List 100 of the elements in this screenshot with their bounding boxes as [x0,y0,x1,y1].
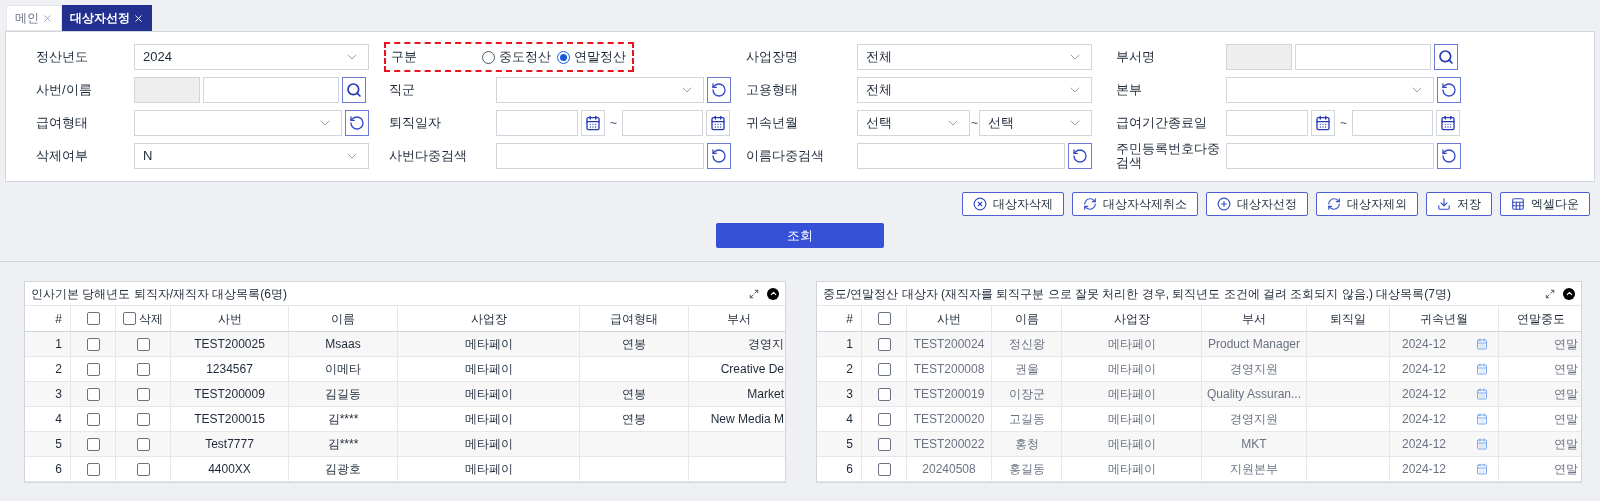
field-label: 삭제여부 [36,149,89,163]
tab[interactable]: 대상자선정 [62,5,152,31]
calendar-icon [585,115,601,131]
checkbox[interactable] [877,437,891,451]
input-field[interactable] [496,110,578,136]
reset-button[interactable] [707,143,731,169]
table-row[interactable]: 1 TEST200025 Msaas 메타페이 연봉 경영지 [25,332,785,357]
table-row[interactable]: 2 TEST200008 권울 메타페이 경영지원 2024-12 연말 [817,357,1581,382]
calendar-icon[interactable] [1476,463,1488,475]
calendar-button[interactable] [706,110,730,136]
checkbox[interactable] [877,362,891,376]
radio-option[interactable]: 중도정산 [482,47,551,67]
collapse-icon[interactable] [1563,287,1575,300]
action-button[interactable]: 대상자제외 [1316,192,1418,216]
table-cell-text: 연말 [1554,386,1578,403]
table-row[interactable]: 5 TEST200022 홍청 메타페이 MKT 2024-12 연말 [817,432,1581,457]
reset-button[interactable] [1437,143,1461,169]
close-circle-icon [973,197,987,211]
select-field[interactable]: 선택 [979,110,1092,136]
table-row[interactable]: 2 1234567 이메타 메타페이 Creative De [25,357,785,382]
table-cell-text: 2024-12 [1401,461,1446,478]
checkbox[interactable] [877,387,891,401]
collapse-icon[interactable] [767,287,779,300]
checkbox[interactable] [877,312,891,325]
action-button[interactable]: 엑셀다운 [1500,192,1590,216]
close-icon[interactable] [133,12,144,24]
select-field[interactable] [1226,77,1434,103]
table-row[interactable]: 6 20240508 홍길동 메타페이 지원본부 2024-12 연말 [817,457,1581,482]
checkbox[interactable] [86,387,100,401]
search-submit-button[interactable]: 조회 [716,223,884,248]
select-value: 전체 [866,48,892,67]
table-row[interactable]: 4 TEST200015 김**** 메타페이 연봉 New Media M [25,407,785,432]
table-row[interactable]: 3 TEST200009 김길동 메타페이 연봉 Market [25,382,785,407]
column-header: # [55,310,62,328]
table-row[interactable]: 5 Test7777 김**** 메타페이 [25,432,785,457]
checkbox[interactable] [136,387,150,401]
select-field[interactable]: 전체 [857,44,1092,70]
checkbox[interactable] [136,462,150,476]
expand-icon[interactable] [1545,288,1555,299]
checkbox[interactable] [86,462,100,476]
action-button[interactable]: 저장 [1426,192,1492,216]
checkbox[interactable] [86,412,100,426]
field-label: 이름다중검색 [746,149,825,163]
table-cell-text: 1234567 [206,361,253,378]
input-field[interactable] [203,77,339,103]
checkbox[interactable] [136,362,150,376]
action-button[interactable]: 대상자삭제 [962,192,1064,216]
search-icon [1438,49,1454,65]
input-field[interactable] [496,143,704,169]
radio-option[interactable]: 연말정산 [557,47,626,67]
calendar-icon[interactable] [1476,413,1488,425]
table-row[interactable]: 6 4400XX 김광호 메타페이 [25,457,785,482]
reset-button[interactable] [707,77,731,103]
select-field[interactable]: 2024 [134,44,369,70]
reset-button[interactable] [1068,143,1092,169]
select-field[interactable] [496,77,704,103]
select-field[interactable] [134,110,342,136]
table-row[interactable]: 1 TEST200024 정신왕 메타페이 Product Manager 2024-12 연말 [817,332,1581,357]
table-row[interactable]: 3 TEST200019 이장군 메타페이 Quality Assuran... 2024-12 연말 [817,382,1581,407]
input-field[interactable] [1226,110,1308,136]
select-field[interactable]: N [134,143,369,169]
checkbox[interactable] [123,312,136,325]
calendar-icon[interactable] [1476,363,1488,375]
checkbox[interactable] [136,412,150,426]
table-cell-text: 메타페이 [464,461,513,478]
calendar-button[interactable] [1436,110,1460,136]
checkbox[interactable] [877,412,891,426]
select-field[interactable]: 선택 [857,110,970,136]
checkbox[interactable] [86,312,100,325]
tab[interactable]: 메인 [6,5,62,31]
row-number: 6 [55,461,62,478]
input-field[interactable] [857,143,1065,169]
table-row[interactable]: 4 TEST200020 고길동 메타페이 경영지원 2024-12 연말 [817,407,1581,432]
search-button[interactable] [1434,44,1458,70]
input-field[interactable] [1226,143,1434,169]
reset-button[interactable] [345,110,369,136]
checkbox[interactable] [86,362,100,376]
action-button[interactable]: 대상자삭제취소 [1072,192,1198,216]
checkbox[interactable] [86,337,100,351]
field-label: 급여기간종료일 [1116,116,1208,130]
input-field[interactable] [622,110,703,136]
search-button[interactable] [342,77,366,103]
checkbox[interactable] [877,462,891,476]
checkbox[interactable] [136,337,150,351]
select-field[interactable]: 전체 [857,77,1092,103]
calendar-button[interactable] [1311,110,1335,136]
table-cell-text: Market [747,386,784,403]
action-button[interactable]: 대상자선정 [1206,192,1308,216]
calendar-button[interactable] [581,110,605,136]
checkbox[interactable] [877,337,891,351]
reset-icon [1072,148,1088,164]
input-field[interactable] [1295,44,1431,70]
reset-button[interactable] [1437,77,1461,103]
checkbox[interactable] [136,437,150,451]
expand-icon[interactable] [749,288,759,299]
input-field[interactable] [1352,110,1433,136]
column-header: 삭제 [139,310,163,328]
checkbox[interactable] [86,437,100,451]
table-cell-text: 정신왕 [1008,336,1045,353]
table-cell-text: 연봉 [622,386,646,403]
